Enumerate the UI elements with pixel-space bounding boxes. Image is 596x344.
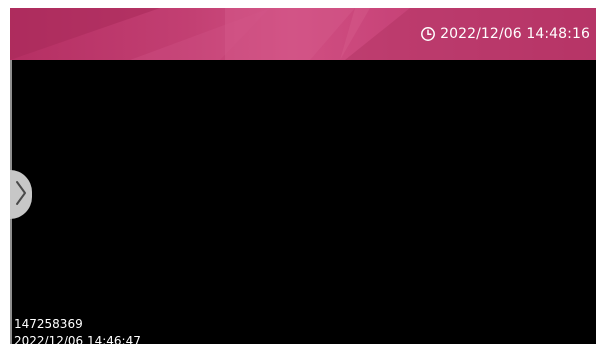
video-overlay-timestamp: 2022/12/06 14:46:47 — [14, 334, 141, 344]
camera-view-window: 2022/12/06 14:48:16 147258369 2022/12/06… — [0, 0, 596, 344]
video-overlay-id: 147258369 — [14, 317, 83, 331]
current-datetime: 2022/12/06 14:48:16 — [440, 26, 590, 42]
top-header-bar: 2022/12/06 14:48:16 — [10, 8, 596, 60]
chevron-right-icon — [14, 178, 28, 212]
header-clock: 2022/12/06 14:48:16 — [420, 8, 590, 60]
video-display-area[interactable] — [12, 60, 596, 344]
clock-icon — [420, 26, 436, 42]
